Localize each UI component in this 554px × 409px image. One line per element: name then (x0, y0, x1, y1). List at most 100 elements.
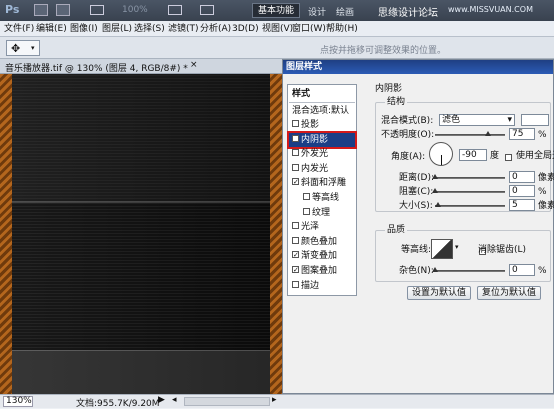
angle-unit: 度 (490, 151, 500, 161)
effect-checkbox[interactable] (303, 193, 310, 200)
choke-label: 阻塞(C): (399, 187, 434, 197)
effect-checkbox[interactable]: ✓ (292, 134, 299, 142)
distance-unit: 像素 (538, 173, 554, 183)
watermark-text: 思缘设计论坛 (378, 8, 438, 19)
effect-checkbox[interactable] (292, 236, 299, 244)
opacity-field[interactable]: 75 (509, 128, 535, 140)
effect-item[interactable]: ✓ 斜面和浮雕 (289, 176, 355, 190)
effect-item[interactable]: 等高线 (289, 191, 355, 205)
horizontal-scrollbar[interactable] (184, 397, 270, 406)
effect-item[interactable]: 纹理 (289, 206, 355, 220)
effect-item[interactable]: 光泽 (289, 220, 355, 234)
choke-slider[interactable] (432, 188, 505, 193)
canvas-sheen (12, 74, 270, 394)
size-field[interactable]: 5 (509, 199, 535, 211)
menu-item[interactable]: 编辑(E) (36, 24, 67, 35)
distance-slider[interactable] (432, 174, 505, 179)
document-canvas[interactable] (0, 74, 282, 394)
noise-slider[interactable] (432, 267, 505, 272)
menu-item[interactable]: 选择(S) (134, 24, 165, 35)
global-light-label: 使用全局光 (516, 151, 554, 161)
effect-item[interactable]: 外发光 (289, 147, 355, 161)
document-tab[interactable]: 音乐播放器.tif @ 130% (图层 4, RGB/8#) * × (0, 59, 282, 74)
angle-field[interactable]: -90 (459, 149, 487, 161)
zoom-field[interactable]: 130% (3, 396, 33, 407)
effect-checkbox[interactable]: ✓ (292, 266, 299, 274)
blend-mode-select[interactable]: 滤色 ▾ (439, 114, 515, 126)
distance-field[interactable]: 0 (509, 171, 535, 183)
effect-item[interactable]: ✓ 内阴影 (287, 130, 357, 149)
effect-item[interactable]: 颜色叠加 (289, 235, 355, 249)
make-default-button[interactable]: 设置为默认值 (407, 286, 471, 300)
effect-item[interactable]: ✓ 渐变叠加 (289, 249, 355, 263)
opacity-slider[interactable] (435, 131, 505, 136)
effect-label: 投影 (301, 120, 320, 130)
effect-checkbox[interactable] (292, 149, 299, 157)
close-document-icon[interactable]: × (190, 60, 198, 70)
choke-slider-thumb[interactable] (432, 188, 438, 193)
menu-item[interactable]: 图像(I) (70, 24, 98, 35)
effect-checkbox[interactable] (303, 207, 310, 215)
menu-item[interactable]: 视图(V) (262, 24, 293, 35)
zoom-level[interactable]: 100% (122, 5, 148, 15)
noise-slider-thumb[interactable] (432, 267, 438, 272)
document-title: 音乐播放器.tif @ 130% (图层 4, RGB/8#) * (5, 64, 188, 74)
menu-item[interactable]: 帮助(H) (326, 24, 358, 35)
section-title: 内阴影 (375, 84, 403, 94)
choke-unit: % (538, 187, 547, 197)
menu-item[interactable]: 文件(F) (4, 24, 34, 35)
menu-item[interactable]: 图层(L) (102, 24, 132, 35)
menu-item[interactable]: 分析(A) (200, 24, 231, 35)
effect-label: 斜面和浮雕 (301, 178, 347, 189)
workspace-design-button[interactable]: 设计 (308, 5, 326, 18)
view-extras-icon[interactable] (90, 5, 104, 15)
distance-slider-thumb[interactable] (432, 174, 438, 179)
dialog-title: 图层样式 (283, 60, 553, 74)
noise-field[interactable]: 0 (509, 264, 535, 276)
effect-checkbox[interactable]: ✓ (292, 178, 299, 186)
status-menu-icon[interactable]: ▶ (158, 395, 165, 405)
size-slider[interactable] (434, 202, 505, 207)
effect-checkbox[interactable] (292, 120, 299, 127)
effect-item[interactable]: 投影 (289, 118, 355, 132)
angle-dial[interactable] (429, 142, 453, 166)
workspace-paint-button[interactable]: 绘画 (336, 5, 354, 18)
size-unit: 像素 (538, 201, 554, 211)
choke-field[interactable]: 0 (509, 185, 535, 197)
scroll-right-icon[interactable]: ▸ (272, 395, 277, 405)
styles-header[interactable]: 样式 (289, 87, 355, 101)
effect-checkbox[interactable]: ✓ (292, 251, 299, 259)
effect-checkbox[interactable] (292, 163, 299, 171)
effect-checkbox[interactable] (292, 222, 299, 230)
blending-options-item[interactable]: 混合选项:默认 (289, 104, 355, 118)
workspace-essentials-button[interactable]: 基本功能 (252, 3, 301, 18)
effect-label: 等高线 (312, 193, 340, 203)
contour-preview[interactable] (431, 239, 453, 259)
effect-item[interactable]: 内发光 (289, 162, 355, 176)
honeycomb-background-right (270, 74, 282, 394)
bridge-icon[interactable] (34, 4, 48, 16)
screen-mode-icon[interactable] (200, 5, 214, 15)
effect-item[interactable]: ✓ 图案叠加 (289, 264, 355, 278)
reset-default-button[interactable]: 复位为默认值 (477, 286, 541, 300)
contour-chevron-down-icon[interactable]: ▾ (455, 243, 459, 251)
move-tool-preset-picker[interactable]: ✥ ▾ (6, 40, 40, 56)
effect-checkbox[interactable] (292, 280, 299, 288)
arrange-documents-icon[interactable] (168, 5, 182, 15)
size-slider-thumb[interactable] (434, 202, 441, 207)
effect-item[interactable]: 描边 (289, 279, 355, 293)
menu-item[interactable]: 窗口(W) (292, 24, 326, 35)
mini-bridge-icon[interactable] (56, 4, 70, 16)
menu-bar: 文件(F) 编辑(E) 图像(I) 图层(L) 选择(S) 滤镜(T) 分析(A) 3D(D)… (0, 21, 554, 37)
global-light-checkbox[interactable] (505, 154, 512, 161)
effect-label: 外发光 (301, 149, 329, 160)
menu-item[interactable]: 滤镜(T) (168, 24, 199, 35)
opacity-slider-thumb[interactable] (484, 131, 491, 136)
chevron-down-icon: ▾ (31, 44, 35, 52)
distance-label: 距离(D): (399, 173, 434, 183)
scroll-left-icon[interactable]: ◂ (172, 395, 177, 405)
opacity-unit: % (538, 130, 547, 140)
size-label: 大小(S): (399, 201, 433, 211)
menu-item[interactable]: 3D(D) (232, 24, 259, 35)
shadow-color-swatch[interactable] (521, 114, 549, 126)
